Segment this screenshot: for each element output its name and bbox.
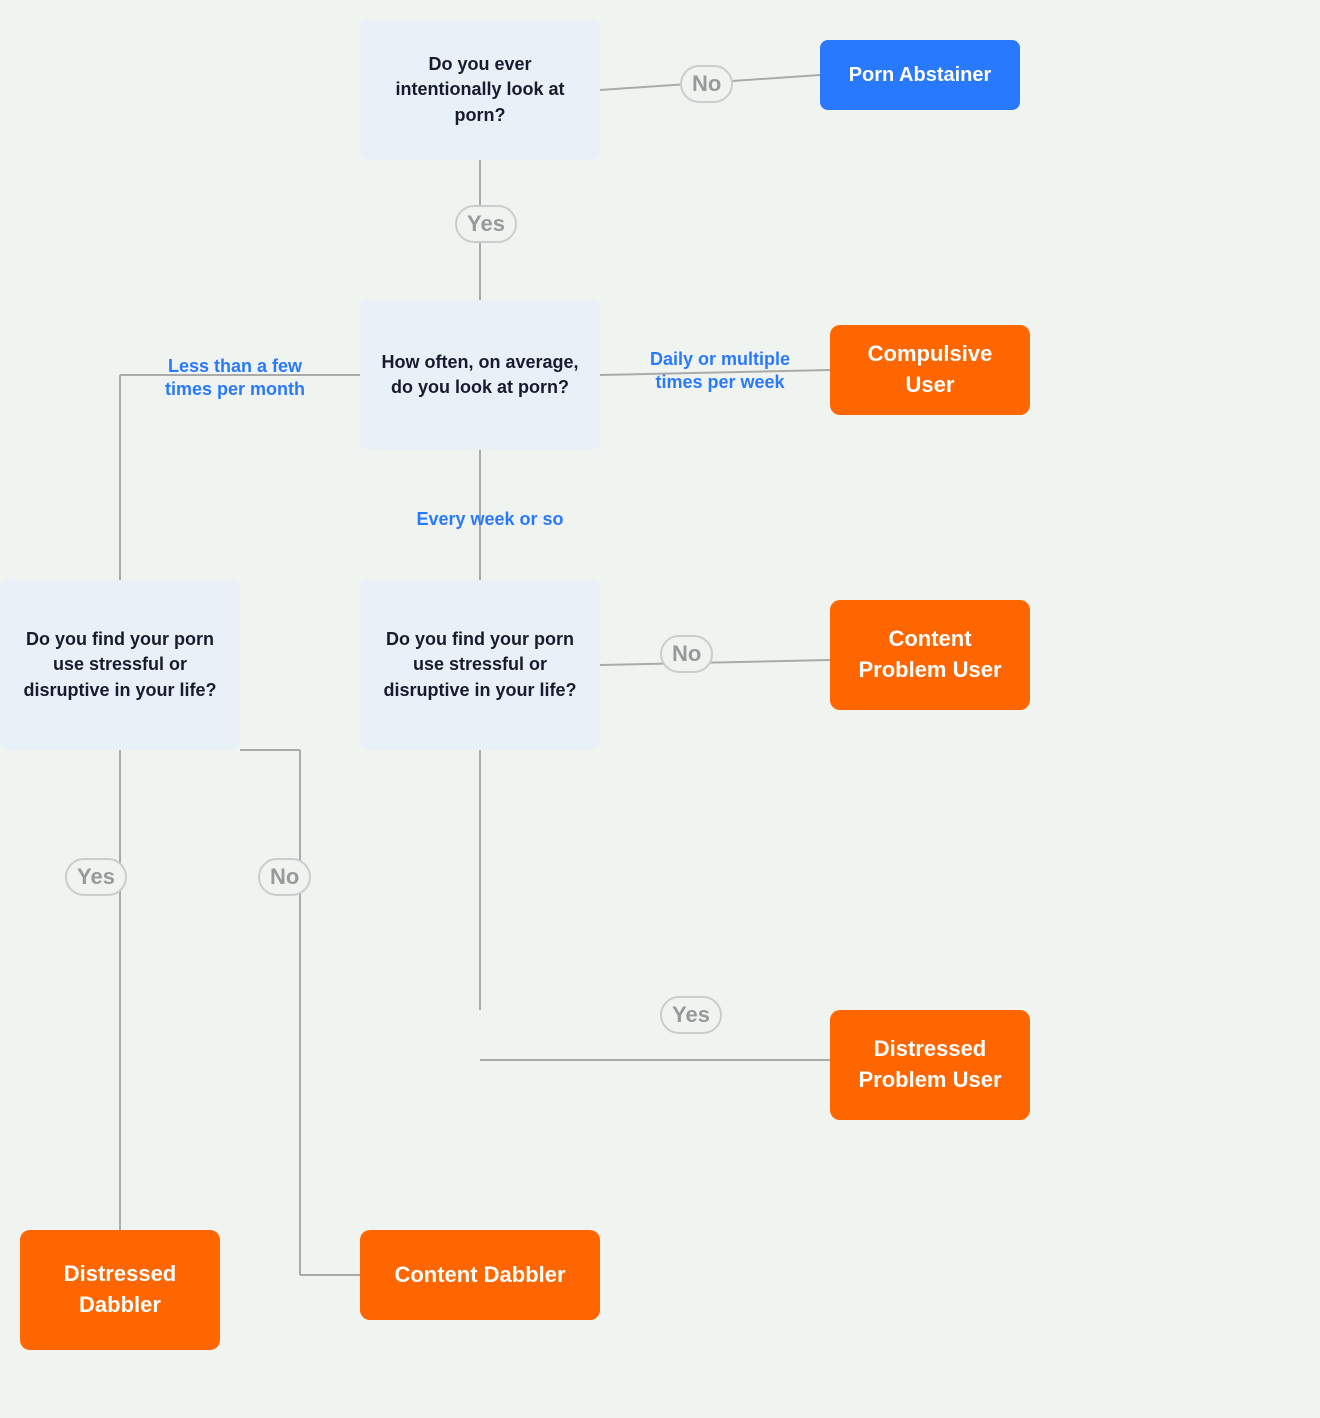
question-3-right: Do you find your porn use stressful or d… xyxy=(360,580,600,750)
flowchart: Do you ever intentionally look at porn? … xyxy=(0,0,1320,1418)
result-content-dabbler: Content Dabbler xyxy=(360,1230,600,1320)
label-yes-top: Yes xyxy=(455,205,517,243)
result-content-problem: Content Problem User xyxy=(830,600,1030,710)
label-daily: Daily or multipletimes per week xyxy=(620,348,820,395)
question-3-left: Do you find your porn use stressful or d… xyxy=(0,580,240,750)
question-2: How often, on average, do you look at po… xyxy=(360,300,600,450)
label-no-top: No xyxy=(680,65,733,103)
label-no-right: No xyxy=(660,635,713,673)
question-1: Do you ever intentionally look at porn? xyxy=(360,20,600,160)
label-less-than: Less than a fewtimes per month xyxy=(130,355,340,402)
result-distressed-problem: Distressed Problem User xyxy=(830,1010,1030,1120)
result-abstainer: Porn Abstainer xyxy=(820,40,1020,110)
label-every-week: Every week or so xyxy=(390,508,590,531)
label-yes-left: Yes xyxy=(65,858,127,896)
label-yes-right: Yes xyxy=(660,996,722,1034)
result-compulsive: Compulsive User xyxy=(830,325,1030,415)
label-no-left: No xyxy=(258,858,311,896)
result-distressed-dabbler: Distressed Dabbler xyxy=(20,1230,220,1350)
